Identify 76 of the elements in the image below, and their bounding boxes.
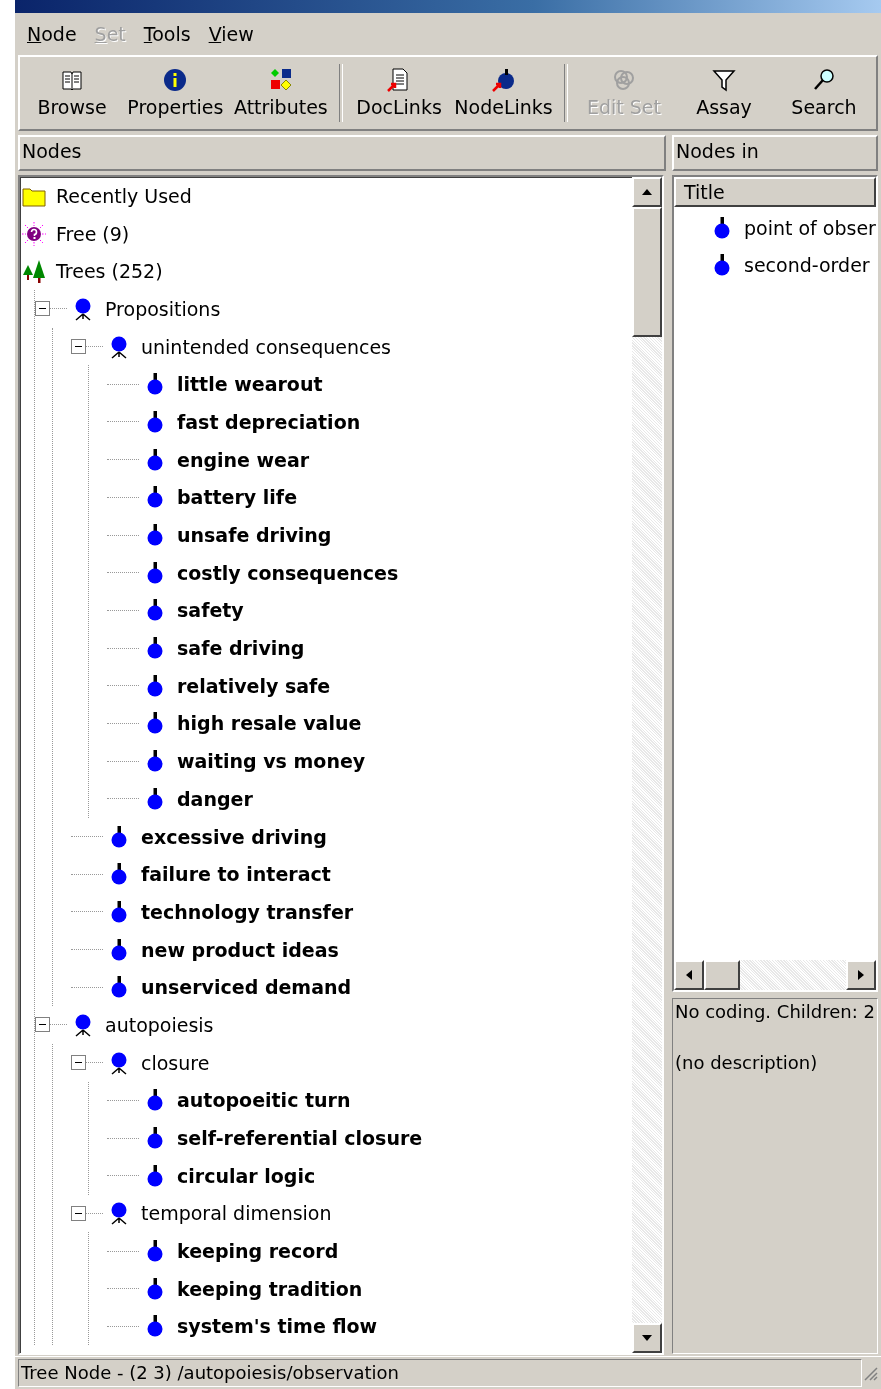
tree-item[interactable]: new product ideas [141, 938, 339, 961]
tree-item[interactable]: keeping record [177, 1240, 339, 1263]
tree-item[interactable]: fast depreciation [177, 410, 361, 433]
info-icon [163, 68, 188, 92]
tree-item[interactable]: high resale value [177, 712, 362, 735]
tree-item[interactable]: Trees (252) [56, 260, 163, 283]
tree-item[interactable]: closure [141, 1051, 210, 1074]
info-text: (no description) [675, 1051, 819, 1073]
rings-icon [612, 68, 636, 92]
tree-item[interactable]: keeping tradition [177, 1277, 363, 1300]
tree-item[interactable]: autopoiesis [105, 1013, 214, 1036]
scroll-right-button[interactable] [846, 959, 876, 990]
book-icon [60, 68, 84, 92]
tree-item[interactable]: safe driving [177, 637, 305, 660]
toolbar-button[interactable]: Properties [122, 64, 229, 122]
shapes-icon [268, 68, 293, 92]
tree-item[interactable]: waiting vs money [177, 750, 366, 773]
down-arrow-icon [640, 1333, 654, 1343]
tree-item[interactable]: danger [177, 787, 253, 810]
panel-header: Nodes in [672, 135, 878, 171]
funnel-icon [712, 68, 736, 92]
scroll-thumb[interactable] [704, 959, 740, 990]
menu-item[interactable]: Node [21, 21, 83, 47]
tree-item[interactable]: costly consequences [177, 561, 399, 584]
list-item[interactable]: second-order [744, 253, 870, 276]
tree-item[interactable]: engine wear [177, 448, 310, 471]
tree-item[interactable]: technology transfer [141, 900, 354, 923]
collapse-toggle[interactable] [71, 1205, 86, 1221]
collapse-toggle[interactable] [71, 1055, 86, 1071]
tree-item[interactable]: failure to interact [141, 863, 331, 886]
menu-item[interactable]: View [202, 21, 260, 47]
tree-item[interactable]: Free (9) [56, 222, 130, 245]
status-text: Tree Node - (2 3) /autopoiesis/observation [18, 1359, 862, 1387]
panel-header: Nodes [18, 135, 666, 171]
tree-item[interactable]: Recently Used [56, 184, 192, 207]
collapse-toggle[interactable] [35, 1017, 50, 1033]
right-arrow-icon [856, 967, 866, 982]
toolbar-button[interactable]: DocLinks [349, 64, 450, 122]
tree-item[interactable]: battery life [177, 486, 298, 509]
scroll-thumb[interactable] [632, 207, 662, 337]
tree-item[interactable]: unintended consequences [141, 335, 391, 358]
tree-item[interactable]: self-referential closure [177, 1127, 423, 1150]
list-item[interactable]: point of obser [744, 216, 876, 239]
horizontal-scrollbar[interactable] [674, 959, 876, 990]
tree-item[interactable]: safety [177, 599, 244, 622]
tree-item[interactable]: circular logic [177, 1164, 316, 1187]
resize-grip-icon[interactable] [862, 1365, 878, 1381]
info-text: No coding. Children: 2 [675, 1000, 875, 1022]
tree-item[interactable]: Propositions [105, 297, 221, 320]
scroll-up-button[interactable] [632, 177, 662, 207]
tree-item[interactable]: temporal dimension [141, 1202, 332, 1225]
collapse-toggle[interactable] [35, 301, 50, 317]
up-arrow-icon [640, 187, 654, 197]
tree-item[interactable]: relatively safe [177, 674, 331, 697]
toolbar-button[interactable]: Assay [674, 64, 774, 122]
tree-item[interactable]: excessive driving [141, 825, 327, 848]
menu-item[interactable]: Tools [137, 21, 197, 47]
tree-item[interactable]: autopoeitic turn [177, 1089, 351, 1112]
question-ball-icon [22, 221, 46, 246]
left-arrow-icon [684, 967, 694, 982]
toolbar-button[interactable]: NodeLinks [449, 64, 559, 122]
tree-item[interactable]: system's time flow [177, 1315, 378, 1338]
column-header[interactable]: Title [674, 177, 876, 207]
toolbar-button[interactable]: Search [774, 64, 874, 122]
search-icon [812, 68, 836, 92]
toolbar-button[interactable]: Attributes [228, 64, 334, 122]
node-link-icon [491, 68, 516, 92]
scroll-left-button[interactable] [674, 959, 704, 990]
vertical-scrollbar[interactable] [632, 177, 662, 1353]
scroll-down-button[interactable] [632, 1323, 662, 1353]
tree-item[interactable]: unserviced demand [141, 976, 352, 999]
tree-item[interactable]: little wearout [177, 373, 323, 396]
collapse-toggle[interactable] [71, 339, 86, 355]
toolbar-button[interactable]: Browse [22, 64, 122, 122]
trees-icon [22, 259, 46, 284]
tree-item[interactable]: unsafe driving [177, 524, 332, 547]
